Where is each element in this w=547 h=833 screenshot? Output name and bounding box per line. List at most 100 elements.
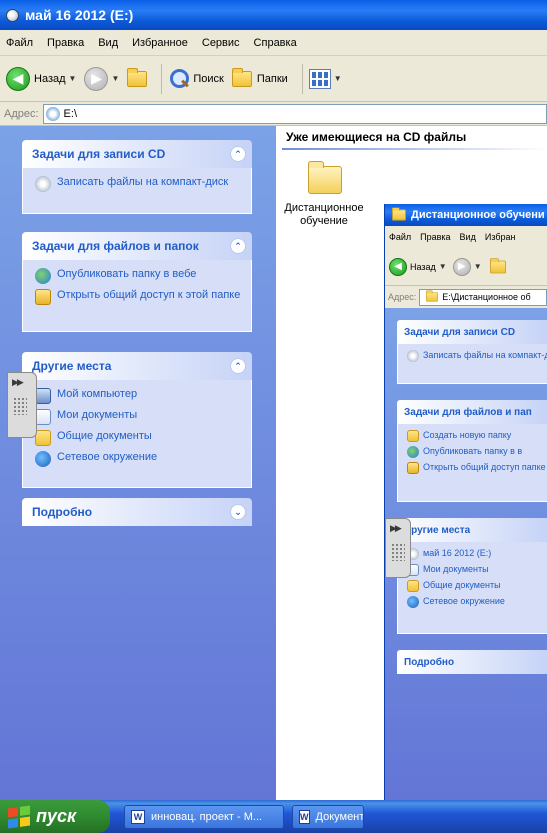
task-label: Опубликовать папку в вебе	[57, 268, 197, 280]
forward-arrow-icon[interactable]: ▶	[452, 257, 471, 276]
views-dropdown-icon[interactable]: ▼	[334, 74, 342, 83]
menu-edit[interactable]: Правка	[420, 232, 450, 242]
second-window: Дистанционное обучени Файл Правка Вид Из…	[384, 204, 547, 800]
cd-tasks-title: Задачи для записи CD	[32, 147, 166, 161]
network-icon	[407, 596, 419, 608]
back-arrow-icon: ◀	[6, 66, 30, 91]
place-label: Общие документы	[423, 580, 501, 590]
details-header[interactable]: Подробно	[397, 650, 547, 674]
place-my-documents[interactable]: Мои документы	[407, 564, 543, 576]
folder-up-icon[interactable]	[489, 257, 506, 273]
collapse-icon[interactable]: ⌃	[230, 358, 246, 374]
place-my-computer[interactable]: Мой компьютер	[35, 388, 243, 404]
place-label: Сетевое окружение	[57, 451, 158, 463]
folder-icon[interactable]	[308, 161, 342, 194]
menu-view[interactable]: Вид	[98, 37, 118, 49]
start-button[interactable]: пуск	[0, 800, 110, 833]
second-window-title-bar: Дистанционное обучени	[385, 204, 547, 226]
file-tasks-title: Задачи для файлов и папок	[32, 239, 199, 253]
file-tasks-header[interactable]: Задачи для файлов и пап	[397, 400, 547, 424]
folders-button[interactable]: Папки	[231, 67, 288, 87]
cd-tasks-header[interactable]: Задачи для записи CD ⌃	[22, 140, 252, 168]
back-label[interactable]: Назад	[410, 262, 436, 272]
file-tasks-header[interactable]: Задачи для файлов и папок ⌃	[22, 232, 252, 260]
grip-dots-icon	[13, 397, 27, 415]
search-button[interactable]: Поиск	[168, 68, 224, 90]
forward-button[interactable]: ▶ ▼	[84, 66, 119, 91]
menu-file[interactable]: Файл	[6, 37, 33, 49]
place-label: Мой компьютер	[57, 388, 138, 400]
other-places-panel: Другие места ⌃ Мой компьютер Мои докумен…	[22, 352, 252, 488]
cd-tasks-header[interactable]: Задачи для записи CD	[397, 320, 547, 344]
task-label: Открыть общий доступ папке	[423, 462, 546, 472]
taskbar: пуск W инновац. проект - М... W Документ…	[0, 800, 547, 833]
task-new-folder[interactable]: Создать новую папку	[407, 430, 543, 442]
forward-dropdown-icon[interactable]: ▼	[474, 262, 482, 271]
menu-tools[interactable]: Сервис	[202, 37, 240, 49]
collapse-icon[interactable]: ⌃	[230, 146, 246, 162]
search-label: Поиск	[193, 72, 224, 85]
up-button[interactable]	[127, 67, 148, 87]
place-shared-documents[interactable]: Общие документы	[35, 430, 243, 446]
forward-dropdown-icon[interactable]: ▼	[111, 74, 119, 83]
details-header[interactable]: Подробно ⌄	[22, 498, 252, 526]
pane-grip-handle[interactable]: ▶▶	[385, 518, 411, 578]
expand-arrows-icon: ▶▶	[390, 523, 402, 533]
burn-cd-icon	[35, 176, 51, 192]
back-button[interactable]: ◀ Назад ▼	[6, 66, 77, 91]
other-places-title: Другие места	[404, 524, 471, 536]
cd-drive-icon	[45, 106, 60, 121]
second-menu-bar: Файл Правка Вид Избран	[385, 226, 547, 248]
task-burn-files[interactable]: Записать файлы на компакт-диск	[35, 176, 243, 192]
taskbar-item-word-project[interactable]: W инновац. проект - М...	[124, 804, 284, 829]
task-share-folder[interactable]: Открыть общий доступ папке	[407, 462, 546, 474]
task-label: Опубликовать папку в в	[423, 446, 523, 456]
cd-tasks-title: Задачи для записи CD	[404, 326, 516, 338]
task-publish-web[interactable]: Опубликовать папку в вебе	[35, 268, 243, 284]
task-burn-files[interactable]: Записать файлы на компакт-диск	[407, 350, 547, 362]
back-arrow-icon[interactable]: ◀	[389, 257, 407, 276]
place-network[interactable]: Сетевое окружение	[407, 596, 543, 608]
place-network[interactable]: Сетевое окружение	[35, 451, 243, 467]
taskbar-item-document1[interactable]: W Документ1	[292, 804, 364, 829]
task-label: Создать новую папку	[423, 430, 512, 440]
collapse-icon[interactable]: ⌃	[230, 238, 246, 254]
back-dropdown-icon[interactable]: ▼	[439, 262, 447, 271]
folder-name[interactable]: Дистанционное обучение	[282, 202, 366, 228]
address-input[interactable]: E:\	[42, 103, 547, 124]
task-label: Записать файлы на компакт-диск	[57, 176, 229, 188]
folders-icon	[231, 67, 252, 87]
title-bar: май 16 2012 (E:)	[0, 0, 547, 30]
menu-edit[interactable]: Правка	[47, 37, 84, 49]
folders-label: Папки	[256, 72, 288, 85]
other-places-header[interactable]: Другие места	[397, 518, 547, 542]
cd-tasks-panel: Задачи для записи CD ⌃ Записать файлы на…	[22, 140, 252, 214]
expand-icon[interactable]: ⌄	[230, 504, 246, 520]
place-drive-e[interactable]: май 16 2012 (E:)	[407, 548, 543, 560]
file-tasks-title: Задачи для файлов и пап	[404, 406, 532, 418]
place-shared-documents[interactable]: Общие документы	[407, 580, 543, 592]
pane-grip-handle[interactable]: ▶▶	[7, 372, 37, 438]
task-publish-web[interactable]: Опубликовать папку в в	[407, 446, 543, 458]
place-label: Общие документы	[57, 430, 152, 442]
start-label: пуск	[36, 806, 77, 826]
menu-file[interactable]: Файл	[389, 232, 411, 242]
menu-favorites[interactable]: Избранное	[132, 37, 188, 49]
place-my-documents[interactable]: Мои документы	[35, 409, 243, 425]
details-title: Подробно	[32, 505, 93, 519]
menu-view[interactable]: Вид	[460, 232, 476, 242]
folder-icon	[35, 430, 51, 446]
menu-help[interactable]: Справка	[254, 37, 297, 49]
address-value: E:\	[63, 107, 77, 120]
details-panel: Подробно	[397, 650, 547, 674]
menu-favorites[interactable]: Избран	[485, 232, 516, 242]
address-label: Адрес:	[388, 292, 417, 302]
address-input[interactable]: E:\Дистанционное об	[419, 288, 547, 306]
views-button[interactable]: ▼	[308, 68, 342, 89]
second-window-title: Дистанционное обучени	[411, 209, 545, 221]
other-places-header[interactable]: Другие места ⌃	[22, 352, 252, 380]
task-label: Открыть общий доступ к этой папке	[57, 289, 241, 301]
back-dropdown-icon[interactable]: ▼	[69, 74, 77, 83]
cd-tasks-panel: Задачи для записи CD Записать файлы на к…	[397, 320, 547, 384]
task-share-folder[interactable]: Открыть общий доступ к этой папке	[35, 289, 243, 305]
